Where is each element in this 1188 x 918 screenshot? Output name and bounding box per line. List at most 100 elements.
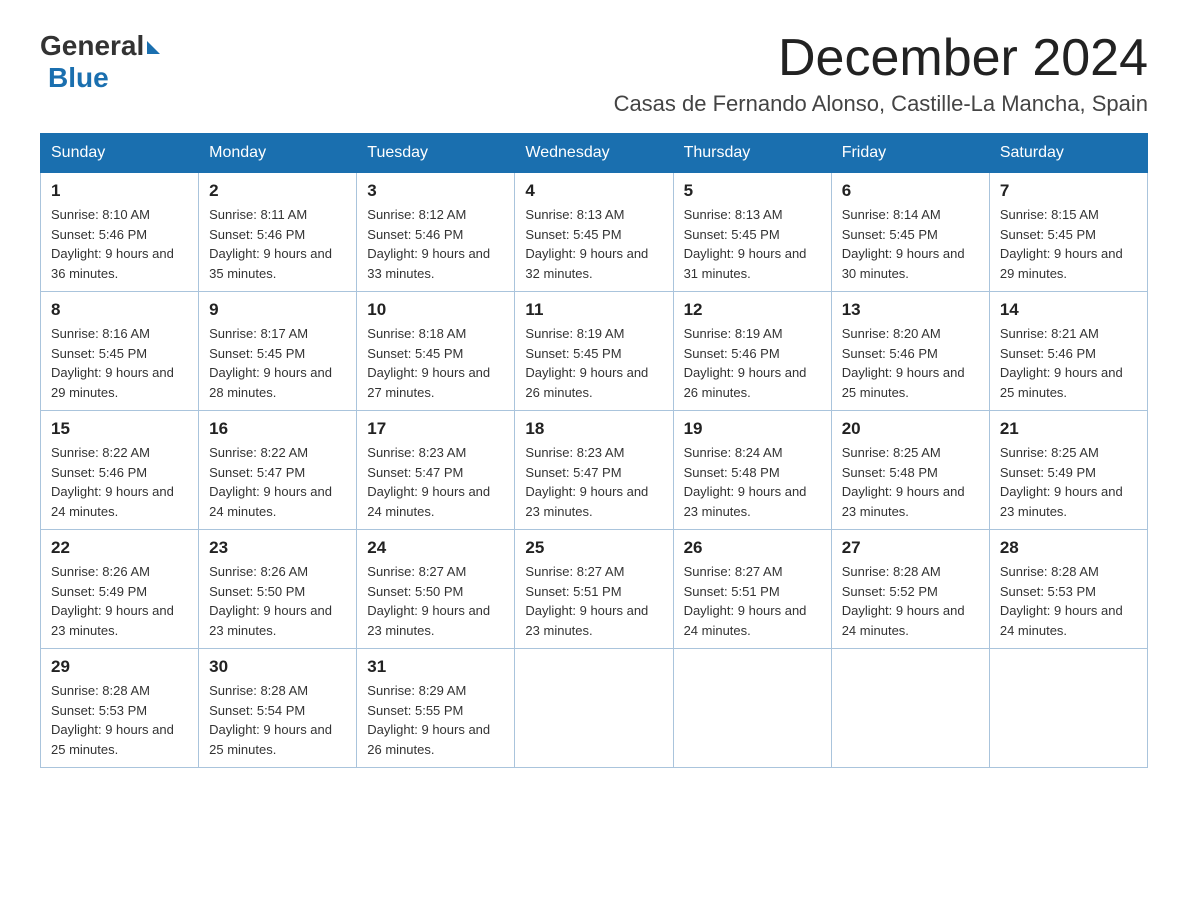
- location-subtitle: Casas de Fernando Alonso, Castille-La Ma…: [614, 91, 1148, 117]
- day-info: Sunrise: 8:20 AMSunset: 5:46 PMDaylight:…: [842, 324, 979, 402]
- calendar-day-cell: 19 Sunrise: 8:24 AMSunset: 5:48 PMDayligh…: [673, 411, 831, 530]
- calendar-day-cell: 30 Sunrise: 8:28 AMSunset: 5:54 PMDayligh…: [199, 649, 357, 768]
- calendar-day-cell: 21 Sunrise: 8:25 AMSunset: 5:49 PMDayligh…: [989, 411, 1147, 530]
- calendar-day-cell: 7Sunrise: 8:15 AMSunset: 5:45 PMDaylight…: [989, 173, 1147, 292]
- calendar-day-cell: 9Sunrise: 8:17 AMSunset: 5:45 PMDaylight…: [199, 292, 357, 411]
- day-number: 12: [684, 300, 821, 320]
- calendar-day-cell: 11 Sunrise: 8:19 AMSunset: 5:45 PMDayligh…: [515, 292, 673, 411]
- month-title: December 2024: [614, 30, 1148, 87]
- calendar-day-cell: [831, 649, 989, 768]
- day-info: Sunrise: 8:21 AMSunset: 5:46 PMDaylight:…: [1000, 324, 1137, 402]
- weekday-header-sunday: Sunday: [41, 134, 199, 173]
- day-number: 31: [367, 657, 504, 677]
- day-number: 10: [367, 300, 504, 320]
- day-number: 3: [367, 181, 504, 201]
- calendar-day-cell: 2 Sunrise: 8:11 AMSunset: 5:46 PMDaylight…: [199, 173, 357, 292]
- day-number: 28: [1000, 538, 1137, 558]
- day-info: Sunrise: 8:12 AMSunset: 5:46 PMDaylight:…: [367, 205, 504, 283]
- calendar-week-row: 15 Sunrise: 8:22 AMSunset: 5:46 PMDayligh…: [41, 411, 1148, 530]
- calendar-table: SundayMondayTuesdayWednesdayThursdayFrid…: [40, 133, 1148, 768]
- day-info: Sunrise: 8:25 AMSunset: 5:49 PMDaylight:…: [1000, 443, 1137, 521]
- day-info: Sunrise: 8:11 AMSunset: 5:46 PMDaylight:…: [209, 205, 346, 283]
- calendar-day-cell: 26Sunrise: 8:27 AMSunset: 5:51 PMDayligh…: [673, 530, 831, 649]
- calendar-day-cell: 1 Sunrise: 8:10 AMSunset: 5:46 PMDaylight…: [41, 173, 199, 292]
- calendar-day-cell: 14 Sunrise: 8:21 AMSunset: 5:46 PMDayligh…: [989, 292, 1147, 411]
- day-number: 20: [842, 419, 979, 439]
- day-number: 11: [525, 300, 662, 320]
- calendar-day-cell: 4Sunrise: 8:13 AMSunset: 5:45 PMDaylight…: [515, 173, 673, 292]
- day-number: 1: [51, 181, 188, 201]
- day-number: 2: [209, 181, 346, 201]
- day-number: 14: [1000, 300, 1137, 320]
- day-number: 22: [51, 538, 188, 558]
- calendar-week-row: 29 Sunrise: 8:28 AMSunset: 5:53 PMDayligh…: [41, 649, 1148, 768]
- page-header: General Blue December 2024 Casas de Fern…: [40, 30, 1148, 117]
- logo: General Blue: [40, 30, 160, 94]
- logo-triangle-icon: [147, 41, 160, 54]
- day-info: Sunrise: 8:16 AMSunset: 5:45 PMDaylight:…: [51, 324, 188, 402]
- weekday-header-tuesday: Tuesday: [357, 134, 515, 173]
- day-info: Sunrise: 8:26 AMSunset: 5:49 PMDaylight:…: [51, 562, 188, 640]
- calendar-day-cell: 20Sunrise: 8:25 AMSunset: 5:48 PMDayligh…: [831, 411, 989, 530]
- day-info: Sunrise: 8:10 AMSunset: 5:46 PMDaylight:…: [51, 205, 188, 283]
- day-info: Sunrise: 8:22 AMSunset: 5:46 PMDaylight:…: [51, 443, 188, 521]
- calendar-day-cell: 10 Sunrise: 8:18 AMSunset: 5:45 PMDayligh…: [357, 292, 515, 411]
- day-number: 6: [842, 181, 979, 201]
- day-info: Sunrise: 8:22 AMSunset: 5:47 PMDaylight:…: [209, 443, 346, 521]
- day-info: Sunrise: 8:18 AMSunset: 5:45 PMDaylight:…: [367, 324, 504, 402]
- day-info: Sunrise: 8:28 AMSunset: 5:53 PMDaylight:…: [1000, 562, 1137, 640]
- day-number: 19: [684, 419, 821, 439]
- calendar-day-cell: 6 Sunrise: 8:14 AMSunset: 5:45 PMDaylight…: [831, 173, 989, 292]
- weekday-header-thursday: Thursday: [673, 134, 831, 173]
- calendar-day-cell: 31 Sunrise: 8:29 AMSunset: 5:55 PMDayligh…: [357, 649, 515, 768]
- calendar-day-cell: 18 Sunrise: 8:23 AMSunset: 5:47 PMDayligh…: [515, 411, 673, 530]
- day-number: 27: [842, 538, 979, 558]
- calendar-week-row: 8Sunrise: 8:16 AMSunset: 5:45 PMDaylight…: [41, 292, 1148, 411]
- day-number: 18: [525, 419, 662, 439]
- day-info: Sunrise: 8:28 AMSunset: 5:52 PMDaylight:…: [842, 562, 979, 640]
- calendar-day-cell: 28 Sunrise: 8:28 AMSunset: 5:53 PMDayligh…: [989, 530, 1147, 649]
- day-number: 15: [51, 419, 188, 439]
- calendar-day-cell: 8Sunrise: 8:16 AMSunset: 5:45 PMDaylight…: [41, 292, 199, 411]
- calendar-day-cell: 24 Sunrise: 8:27 AMSunset: 5:50 PMDayligh…: [357, 530, 515, 649]
- calendar-day-cell: [989, 649, 1147, 768]
- calendar-day-cell: 25Sunrise: 8:27 AMSunset: 5:51 PMDayligh…: [515, 530, 673, 649]
- day-info: Sunrise: 8:13 AMSunset: 5:45 PMDaylight:…: [525, 205, 662, 283]
- weekday-header-monday: Monday: [199, 134, 357, 173]
- day-number: 25: [525, 538, 662, 558]
- day-info: Sunrise: 8:24 AMSunset: 5:48 PMDaylight:…: [684, 443, 821, 521]
- weekday-header-row: SundayMondayTuesdayWednesdayThursdayFrid…: [41, 134, 1148, 173]
- calendar-day-cell: 16 Sunrise: 8:22 AMSunset: 5:47 PMDayligh…: [199, 411, 357, 530]
- day-info: Sunrise: 8:29 AMSunset: 5:55 PMDaylight:…: [367, 681, 504, 759]
- day-number: 21: [1000, 419, 1137, 439]
- day-info: Sunrise: 8:14 AMSunset: 5:45 PMDaylight:…: [842, 205, 979, 283]
- day-number: 7: [1000, 181, 1137, 201]
- day-info: Sunrise: 8:19 AMSunset: 5:46 PMDaylight:…: [684, 324, 821, 402]
- day-number: 17: [367, 419, 504, 439]
- calendar-day-cell: 17Sunrise: 8:23 AMSunset: 5:47 PMDayligh…: [357, 411, 515, 530]
- day-info: Sunrise: 8:28 AMSunset: 5:54 PMDaylight:…: [209, 681, 346, 759]
- day-number: 16: [209, 419, 346, 439]
- day-info: Sunrise: 8:27 AMSunset: 5:50 PMDaylight:…: [367, 562, 504, 640]
- calendar-day-cell: 27 Sunrise: 8:28 AMSunset: 5:52 PMDayligh…: [831, 530, 989, 649]
- day-number: 30: [209, 657, 346, 677]
- day-number: 9: [209, 300, 346, 320]
- calendar-week-row: 22 Sunrise: 8:26 AMSunset: 5:49 PMDayligh…: [41, 530, 1148, 649]
- logo-general-text: General: [40, 30, 144, 62]
- weekday-header-wednesday: Wednesday: [515, 134, 673, 173]
- day-number: 24: [367, 538, 504, 558]
- day-info: Sunrise: 8:13 AMSunset: 5:45 PMDaylight:…: [684, 205, 821, 283]
- day-info: Sunrise: 8:19 AMSunset: 5:45 PMDaylight:…: [525, 324, 662, 402]
- calendar-day-cell: 13Sunrise: 8:20 AMSunset: 5:46 PMDayligh…: [831, 292, 989, 411]
- day-info: Sunrise: 8:23 AMSunset: 5:47 PMDaylight:…: [525, 443, 662, 521]
- day-number: 26: [684, 538, 821, 558]
- calendar-day-cell: 12 Sunrise: 8:19 AMSunset: 5:46 PMDayligh…: [673, 292, 831, 411]
- weekday-header-friday: Friday: [831, 134, 989, 173]
- calendar-week-row: 1 Sunrise: 8:10 AMSunset: 5:46 PMDaylight…: [41, 173, 1148, 292]
- calendar-day-cell: 3 Sunrise: 8:12 AMSunset: 5:46 PMDaylight…: [357, 173, 515, 292]
- day-info: Sunrise: 8:28 AMSunset: 5:53 PMDaylight:…: [51, 681, 188, 759]
- day-number: 29: [51, 657, 188, 677]
- calendar-day-cell: 22 Sunrise: 8:26 AMSunset: 5:49 PMDayligh…: [41, 530, 199, 649]
- calendar-day-cell: 23Sunrise: 8:26 AMSunset: 5:50 PMDayligh…: [199, 530, 357, 649]
- day-info: Sunrise: 8:26 AMSunset: 5:50 PMDaylight:…: [209, 562, 346, 640]
